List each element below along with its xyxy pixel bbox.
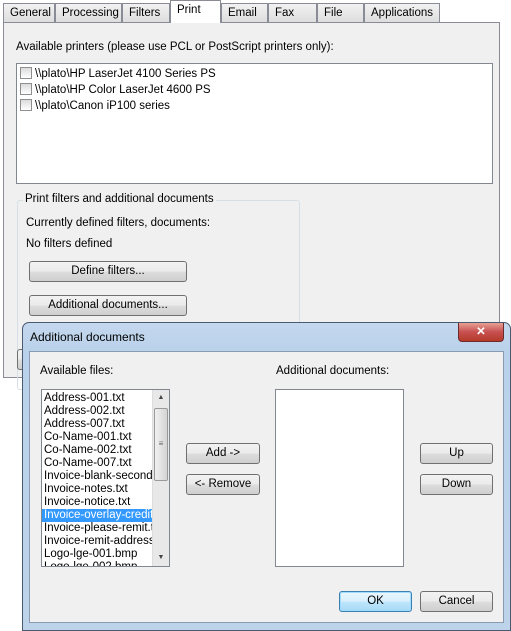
file-list-item[interactable]: Co-Name-001.txt: [42, 431, 152, 444]
additional-documents-dialog: Additional documents ✕ Available files: …: [22, 322, 511, 631]
printer-checkbox[interactable]: [20, 83, 32, 95]
printer-name: \\plato\HP Color LaserJet 4600 PS: [35, 84, 211, 96]
dialog-title: Additional documents: [30, 330, 145, 344]
add-button[interactable]: Add ->: [186, 443, 260, 464]
define-filters-button[interactable]: Define filters...: [29, 261, 187, 282]
current-filters-label: Currently defined filters, documents:: [26, 217, 211, 229]
file-list-item[interactable]: Invoice-blank-second-page.txt: [42, 470, 152, 483]
file-list-item[interactable]: Address-001.txt: [42, 392, 152, 405]
up-button[interactable]: Up: [420, 443, 493, 464]
file-list-item[interactable]: Invoice-notes.txt: [42, 483, 152, 496]
file-list-item[interactable]: Logo-lge-002.bmp: [42, 561, 152, 566]
file-list-item[interactable]: Co-Name-007.txt: [42, 457, 152, 470]
cancel-button[interactable]: Cancel: [420, 591, 493, 612]
file-list-item[interactable]: Invoice-remit-address: [42, 535, 152, 548]
file-list-item[interactable]: Logo-lge-001.bmp: [42, 548, 152, 561]
printers-label: Available printers (please use PCL or Po…: [16, 41, 334, 53]
printer-checkbox[interactable]: [20, 99, 32, 111]
scroll-thumb[interactable]: ≡: [154, 408, 168, 481]
group-title: Print filters and additional documents: [23, 193, 216, 205]
printer-item[interactable]: \\plato\Canon iP100 series: [17, 98, 492, 114]
scroll-down-icon[interactable]: ▼: [153, 550, 169, 566]
additional-documents-list[interactable]: [275, 389, 404, 567]
printer-list[interactable]: \\plato\HP LaserJet 4100 Series PS \\plat…: [16, 63, 493, 184]
additional-documents-label: Additional documents:: [276, 365, 390, 377]
printer-item[interactable]: \\plato\HP Color LaserJet 4600 PS: [17, 82, 492, 98]
available-files-list[interactable]: Address-001.txt Address-002.txt Address-00…: [41, 389, 170, 567]
scroll-up-icon[interactable]: ▲: [153, 390, 169, 406]
scrollbar[interactable]: ▲ ≡ ▼: [152, 390, 169, 566]
down-button[interactable]: Down: [420, 474, 493, 495]
file-list-item[interactable]: Invoice-overlay-credit: [42, 509, 152, 522]
ok-button[interactable]: OK: [339, 591, 412, 612]
file-list-item[interactable]: Address-002.txt: [42, 405, 152, 418]
file-list-item[interactable]: Co-Name-002.txt: [42, 444, 152, 457]
available-files-label: Available files:: [40, 365, 114, 377]
filters-status: No filters defined: [26, 238, 113, 250]
file-list-item[interactable]: Address-007.txt: [42, 418, 152, 431]
close-icon[interactable]: ✕: [458, 323, 504, 342]
tab-general[interactable]: General: [3, 3, 55, 23]
tab-processing[interactable]: Processing: [55, 3, 122, 23]
tab-applications[interactable]: Applications: [364, 3, 440, 23]
printer-item[interactable]: \\plato\HP LaserJet 4100 Series PS: [17, 66, 492, 82]
file-list-item[interactable]: Invoice-notice.txt: [42, 496, 152, 509]
printer-name: \\plato\HP LaserJet 4100 Series PS: [35, 68, 216, 80]
tab-file[interactable]: File: [317, 3, 364, 23]
tab-fax[interactable]: Fax: [268, 3, 317, 23]
remove-button[interactable]: <- Remove: [186, 474, 260, 495]
printer-name: \\plato\Canon iP100 series: [35, 100, 170, 112]
tab-email[interactable]: Email: [221, 3, 268, 23]
tab-filters[interactable]: Filters: [122, 3, 170, 23]
file-list-item[interactable]: Invoice-please-remit.txt: [42, 522, 152, 535]
tab-print[interactable]: Print: [170, 0, 221, 23]
printer-checkbox[interactable]: [20, 67, 32, 79]
additional-documents-button[interactable]: Additional documents...: [29, 295, 187, 316]
